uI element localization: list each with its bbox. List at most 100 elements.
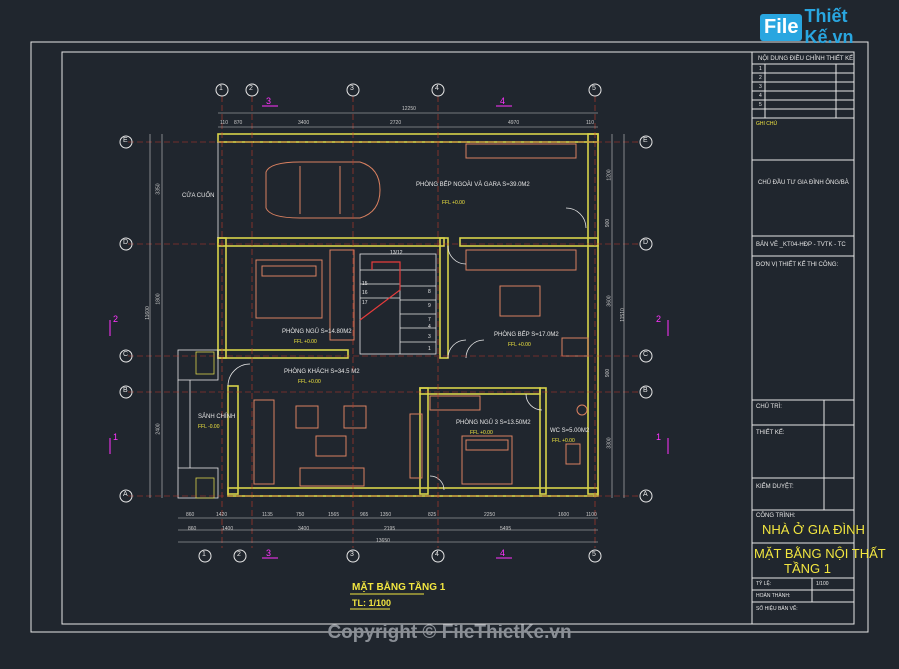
dim-bottom-1-9: 2250 — [484, 512, 496, 518]
stair-step-7: 7 — [428, 317, 431, 323]
dim-bottom-1-11: 1100 — [586, 512, 597, 518]
axis-left-A: A — [123, 491, 128, 498]
axis-bottom-2: 2 — [237, 551, 241, 558]
axis-right-A: A — [643, 491, 648, 498]
stair-step-17: 17 — [362, 300, 368, 306]
axis-top-5: 5 — [592, 85, 596, 92]
dim-top-3: 3400 — [298, 120, 310, 126]
dim-left-total: 11600 — [144, 306, 151, 320]
section-mark-2-left: 2 — [113, 314, 119, 324]
staircase — [359, 253, 437, 355]
dim-bottom-1-5: 1565 — [328, 512, 340, 518]
stair-step-1: 1 — [428, 346, 431, 352]
stair-step-9: 9 — [428, 303, 431, 309]
dim-bottom-2-2: 1400 — [222, 526, 234, 532]
section-mark-1-right: 1 — [656, 432, 662, 442]
plan-title: MẶT BẰNG TẦNG 1 — [352, 582, 446, 593]
axis-left-B: B — [123, 387, 128, 394]
dim-top-2: 870 — [234, 120, 243, 126]
revision-row-3: 3 — [759, 84, 762, 90]
room-label-phong-bep: PHÒNG BẾP S=17.0M2 — [494, 332, 559, 338]
dimension-lines — [149, 112, 625, 543]
hoan-thanh-label: HOÀN THÀNH: — [756, 593, 791, 599]
section-mark-4-bottom: 4 — [500, 548, 506, 558]
axis-left-E: E — [123, 137, 128, 144]
dim-bottom-1-2: 1420 — [216, 512, 228, 518]
axis-right-D: D — [643, 239, 649, 246]
axis-bottom-4: 4 — [435, 551, 439, 558]
room-label-sanh-chinh: SẢNH CHÍNH — [198, 414, 236, 420]
axis-left-D: D — [123, 239, 129, 246]
revision-row-5: 5 — [759, 102, 762, 108]
axis-right-B: B — [643, 387, 648, 394]
dim-bottom-1-7: 1350 — [380, 512, 392, 518]
cong-trinh-label: CÔNG TRÌNH: — [756, 513, 796, 519]
dim-bottom-2-4: 2195 — [384, 526, 396, 532]
walls — [217, 133, 599, 497]
stair-step-3: 3 — [428, 334, 431, 340]
dim-top-5: 4970 — [508, 120, 520, 126]
chu-tri-label: CHỦ TRÌ: — [756, 404, 782, 410]
dim-left-1: 3350 — [155, 183, 162, 195]
dim-top-total: 12250 — [402, 106, 416, 112]
plan-scale: TL: 1/100 — [352, 598, 392, 608]
thiet-ke-label: THIẾT KẾ: — [756, 430, 785, 436]
dim-left-3: 2400 — [155, 423, 162, 435]
stair-step-16: 16 — [362, 290, 368, 296]
copyright-watermark: Copyright © FileThietKe.vn — [327, 622, 572, 643]
cad-drawing-canvas — [30, 41, 869, 633]
dim-bottom-2-3: 3400 — [298, 526, 310, 532]
room-ffl-phong-ngu-3: FFL +0.00 — [470, 430, 493, 436]
dim-top-4: 2720 — [390, 120, 402, 126]
dim-bottom-1-6: 965 — [360, 512, 369, 518]
axis-right-E: E — [643, 137, 648, 144]
section-marks — [109, 105, 669, 559]
stair-label: 13/12 — [390, 250, 403, 256]
room-label-phong-ngu-3: PHÒNG NGỦ 3 S=13.50M2 — [456, 420, 531, 426]
room-ffl-gara: FFL +0.00 — [442, 200, 465, 206]
room-ffl-phong-ngu: FFL +0.00 — [294, 339, 317, 345]
dim-left-2: 1800 — [155, 293, 162, 305]
dim-bottom-2-1: 860 — [188, 526, 197, 532]
logo-rest-text: Thiết Kế.vn — [804, 6, 854, 47]
axis-bottom-1: 1 — [202, 551, 206, 558]
room-ffl-wc: FFL +0.00 — [552, 438, 575, 444]
section-mark-4-top: 4 — [500, 96, 506, 106]
drawing-code: BẢN VẼ _KT04-HĐP - TVTK - TC — [756, 242, 846, 248]
dim-bottom-1-10: 1600 — [558, 512, 570, 518]
section-mark-1-left: 1 — [113, 432, 119, 442]
dim-right-2: 900 — [605, 218, 612, 228]
sheet-title-line-2: TẦNG 1 — [784, 561, 831, 576]
contractor-label: ĐƠN VỊ THIẾT KẾ THI CÔNG: — [756, 262, 839, 268]
revision-row-4: 4 — [759, 93, 762, 99]
owner-label: CHỦ ĐẦU TƯ GIA ĐÌNH ÔNG/BÀ — [758, 180, 849, 186]
dim-bottom-1-3: 1135 — [262, 512, 273, 518]
axis-left-C: C — [123, 351, 129, 358]
dim-top-6: 110 — [586, 120, 594, 126]
dim-bottom-1-4: 750 — [296, 512, 305, 518]
room-ffl-phong-bep: FFL +0.00 — [508, 342, 531, 348]
dim-right-total: 11510 — [619, 308, 626, 322]
room-ffl-phong-khach: FFL +0.00 — [298, 379, 321, 385]
revision-row-2: 2 — [759, 75, 762, 81]
sheet-title-line-1: MẶT BẰNG NỘI THẤT — [754, 546, 886, 561]
scale-value: 1/100 — [816, 581, 829, 587]
room-label-phong-khach: PHÒNG KHÁCH S=34.5 M2 — [284, 369, 360, 375]
scale-label: TỶ LỆ: — [756, 581, 772, 587]
dim-bottom-1-8: 825 — [428, 512, 437, 518]
axis-bottom-5: 5 — [592, 551, 596, 558]
stair-step-8: 8 — [428, 289, 431, 295]
floor-plan — [177, 133, 599, 499]
title-block — [751, 52, 854, 624]
dim-top-1: 110 — [220, 120, 228, 126]
dim-right-1: 1200 — [606, 169, 613, 181]
filethietke-logo: File Thiết Kế.vn — [760, 6, 899, 47]
axis-right-C: C — [643, 351, 649, 358]
dim-bottom-2-5: 5495 — [500, 526, 512, 532]
stair-step-15: 15 — [362, 281, 368, 287]
axis-top-2: 2 — [249, 85, 253, 92]
section-mark-3-top: 3 — [266, 96, 272, 106]
axis-bottom-3: 3 — [350, 551, 354, 558]
kiem-duyet-label: KIỂM DUYỆT: — [756, 484, 794, 490]
axis-top-1: 1 — [219, 85, 223, 92]
